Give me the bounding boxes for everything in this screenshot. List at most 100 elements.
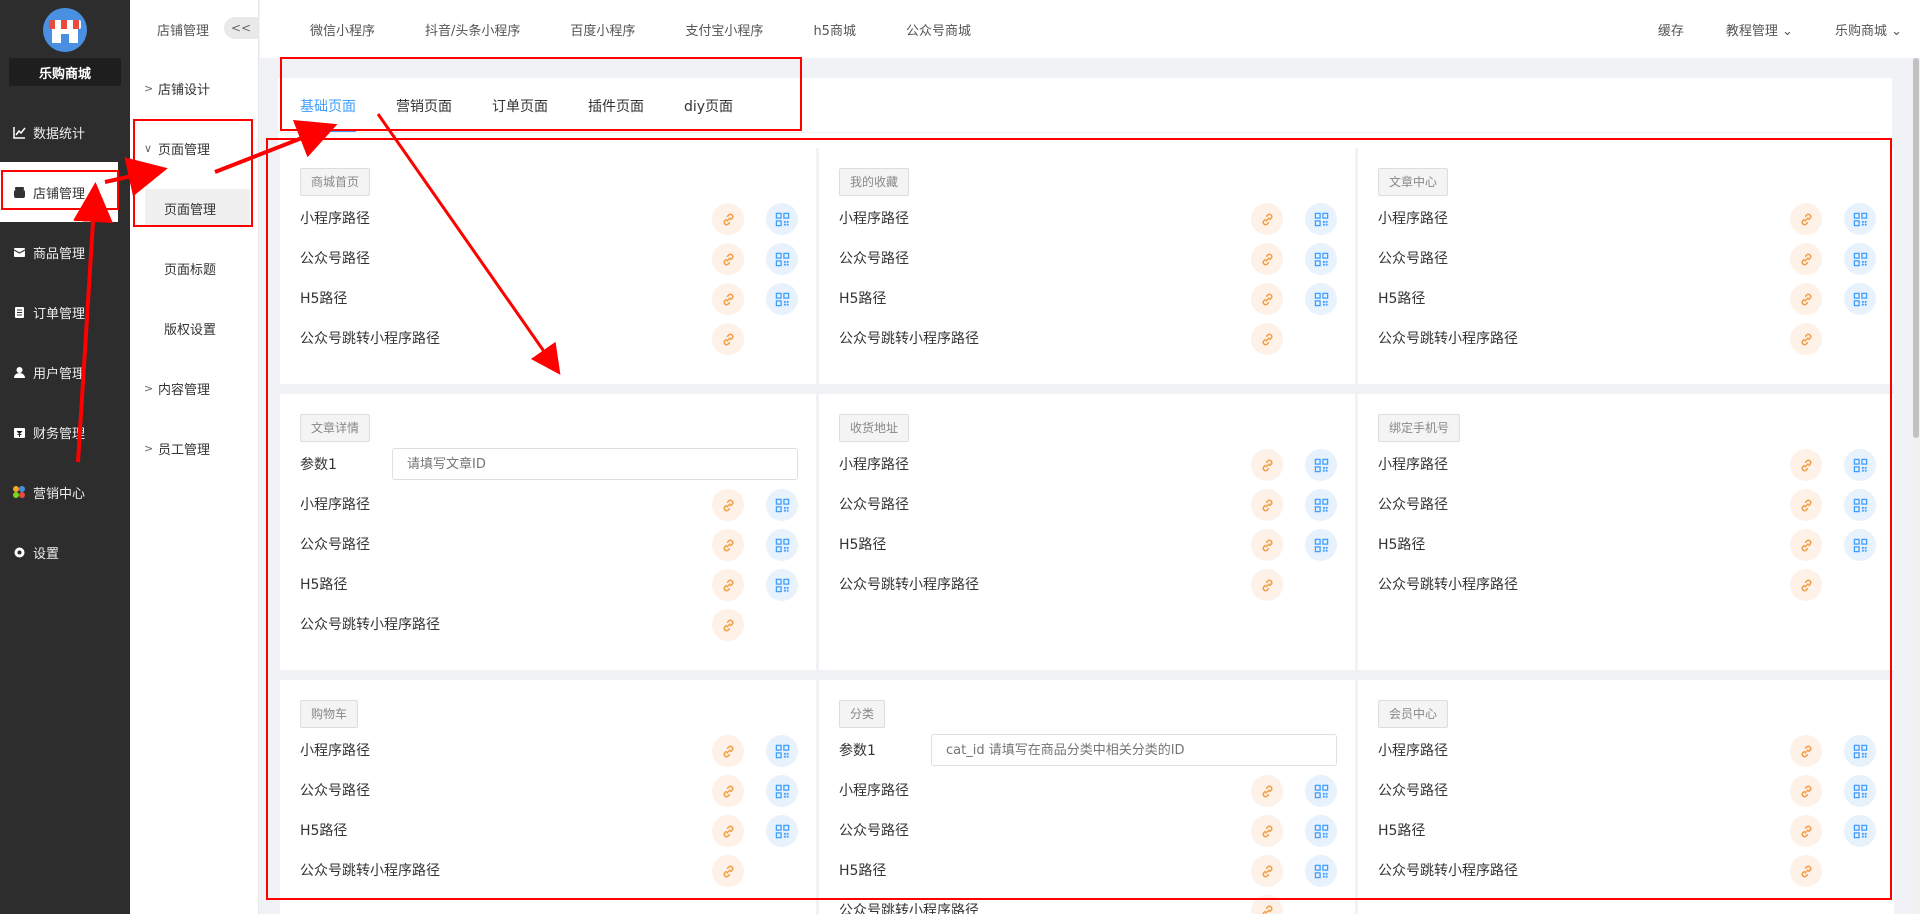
qrcode-icon[interactable] [1844,203,1876,235]
copy-link-icon[interactable] [1790,323,1822,355]
copy-link-icon[interactable] [1790,449,1822,481]
qrcode-icon[interactable] [1305,203,1337,235]
param-input[interactable] [392,448,798,480]
qrcode-icon[interactable] [1844,489,1876,521]
copy-link-icon[interactable] [712,489,744,521]
copy-link-icon[interactable] [712,855,744,887]
qrcode-icon[interactable] [766,569,798,601]
qrcode-icon[interactable] [766,283,798,315]
copy-link-icon[interactable] [712,609,744,641]
tab-diy-pages[interactable]: diy页面 [684,96,733,132]
tab-marketing-pages[interactable]: 营销页面 [396,96,452,132]
tab-wechat-mini[interactable]: 微信小程序 [310,20,375,39]
qrcode-icon[interactable] [1844,449,1876,481]
copy-link-icon[interactable] [1251,855,1283,887]
shop-menu[interactable]: 乐购商城 ⌄ [1835,20,1902,39]
qrcode-icon[interactable] [1305,489,1337,521]
tab-order-pages[interactable]: 订单页面 [492,96,548,132]
copy-link-icon[interactable] [1790,569,1822,601]
copy-link-icon[interactable] [1251,775,1283,807]
copy-link-icon[interactable] [1251,323,1283,355]
copy-link-icon[interactable] [1251,569,1283,601]
qrcode-icon[interactable] [1844,243,1876,275]
qrcode-icon[interactable] [766,775,798,807]
nav-item-finance[interactable]: 财务管理 [0,402,130,462]
qrcode-icon[interactable] [1305,243,1337,275]
copy-link-icon[interactable] [1790,735,1822,767]
cache-link[interactable]: 缓存 [1658,20,1684,39]
copy-link-icon[interactable] [712,815,744,847]
sub-nav-page-title[interactable]: 页面标题 [130,238,258,298]
copy-link-icon[interactable] [1790,203,1822,235]
copy-link-icon[interactable] [1251,283,1283,315]
copy-link-icon[interactable] [712,323,744,355]
copy-link-icon[interactable] [712,529,744,561]
qrcode-icon[interactable] [1844,775,1876,807]
copy-link-icon[interactable] [712,735,744,767]
tab-plugin-pages[interactable]: 插件页面 [588,96,644,132]
copy-link-icon[interactable] [1790,283,1822,315]
copy-link-icon[interactable] [1790,529,1822,561]
nav-item-stats[interactable]: 数据统计 [0,102,130,162]
tab-official-account[interactable]: 公众号商城 [906,20,971,39]
copy-link-icon[interactable] [712,243,744,275]
copy-link-icon[interactable] [1790,815,1822,847]
copy-link-icon[interactable] [1251,449,1283,481]
qrcode-icon[interactable] [766,243,798,275]
qrcode-icon[interactable] [1305,855,1337,887]
copy-link-icon[interactable] [712,203,744,235]
nav-item-marketing[interactable]: 营销中心 [0,462,130,522]
qrcode-icon[interactable] [1305,449,1337,481]
copy-link-icon[interactable] [1790,243,1822,275]
page-scrollbar[interactable] [1912,58,1920,914]
copy-link-icon[interactable] [1790,855,1822,887]
qrcode-icon[interactable] [1844,735,1876,767]
copy-link-icon[interactable] [712,283,744,315]
shop-name[interactable]: 乐购商城 [9,58,121,86]
tab-alipay-mini[interactable]: 支付宝小程序 [685,20,763,39]
param-input[interactable] [931,734,1337,766]
shop-logo-icon[interactable] [43,8,87,52]
tutorial-menu[interactable]: 教程管理 ⌄ [1726,20,1793,39]
tab-baidu-mini[interactable]: 百度小程序 [570,20,635,39]
qrcode-icon[interactable] [766,529,798,561]
sub-nav-copyright[interactable]: 版权设置 [130,298,258,358]
sub-nav-store-design[interactable]: > 店铺设计 [130,58,258,118]
nav-item-order[interactable]: 订单管理 [0,282,130,342]
copy-link-icon[interactable] [1251,529,1283,561]
sub-nav-staff[interactable]: > 员工管理 [130,418,258,478]
copy-link-icon[interactable] [712,569,744,601]
tab-douyin-mini[interactable]: 抖音/头条小程序 [425,20,520,39]
collapse-button[interactable]: << [224,17,258,39]
nav-item-store[interactable]: 店铺管理 [0,162,118,222]
qrcode-icon[interactable] [1844,529,1876,561]
qrcode-icon[interactable] [766,489,798,521]
qrcode-icon[interactable] [766,203,798,235]
qrcode-icon[interactable] [1305,283,1337,315]
nav-item-user[interactable]: 用户管理 [0,342,130,402]
sub-nav-page-management[interactable]: ∨ 页面管理 [130,118,258,178]
copy-link-icon[interactable] [712,775,744,807]
nav-item-goods[interactable]: 商品管理 [0,222,130,282]
tab-basic-pages[interactable]: 基础页面 [300,96,356,132]
copy-link-icon[interactable] [1790,775,1822,807]
copy-link-icon[interactable] [1251,489,1283,521]
qrcode-icon[interactable] [1844,815,1876,847]
path-actions [1790,775,1876,807]
qrcode-icon[interactable] [1844,283,1876,315]
scrollbar-thumb[interactable] [1913,58,1919,438]
sub-nav-page-management-child[interactable]: 页面管理 [145,189,250,227]
copy-link-icon[interactable] [1251,203,1283,235]
nav-item-settings[interactable]: 设置 [0,522,130,582]
qrcode-icon[interactable] [1305,529,1337,561]
qrcode-icon[interactable] [766,735,798,767]
copy-link-icon[interactable] [1251,815,1283,847]
qrcode-icon[interactable] [1305,815,1337,847]
copy-link-icon[interactable] [1251,895,1283,914]
qrcode-icon[interactable] [1305,775,1337,807]
copy-link-icon[interactable] [1251,243,1283,275]
qrcode-icon[interactable] [766,815,798,847]
sub-nav-content[interactable]: > 内容管理 [130,358,258,418]
tab-h5[interactable]: h5商城 [813,20,856,39]
copy-link-icon[interactable] [1790,489,1822,521]
